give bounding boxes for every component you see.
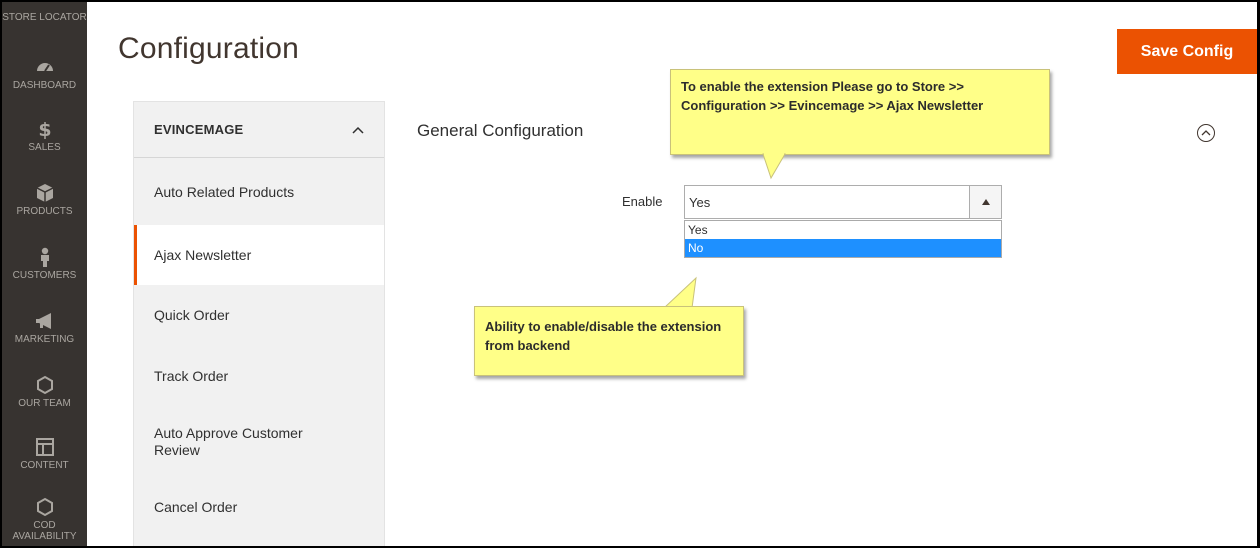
- nav-item-label: PRODUCTS: [16, 206, 73, 217]
- config-item-cancel-order[interactable]: Cancel Order: [134, 477, 384, 537]
- nav-item-label: DASHBOARD: [12, 80, 77, 91]
- select-toggle-button[interactable]: [969, 186, 1001, 218]
- nav-item-label: COD AVAILABILITY: [12, 520, 77, 542]
- collapse-section-button[interactable]: [1197, 124, 1215, 142]
- person-icon: [40, 247, 49, 267]
- nav-item-sales[interactable]: $ SALES: [2, 118, 87, 153]
- box-icon: [36, 184, 53, 202]
- enable-field-label: Enable: [622, 194, 663, 209]
- callout-top-text: To enable the extension Please go to Sto…: [681, 79, 984, 113]
- config-sidebar: EVINCEMAGE Auto Related Products Ajax Ne…: [133, 101, 385, 546]
- nav-item-cod-availability[interactable]: COD AVAILABILITY: [2, 496, 87, 542]
- megaphone-icon: [35, 313, 51, 329]
- section-title[interactable]: General Configuration: [417, 121, 583, 141]
- page-title: Configuration: [118, 32, 300, 65]
- nav-item-label: OUR TEAM: [18, 398, 71, 409]
- config-item-label: Ajax Newsletter: [154, 247, 252, 263]
- callout-bottom: Ability to enable/disable the extension …: [474, 306, 744, 376]
- callout-top-tail: [762, 153, 786, 180]
- option-no[interactable]: No: [685, 239, 1001, 257]
- select-value: Yes: [689, 195, 711, 210]
- config-item-track-order[interactable]: Track Order: [134, 345, 384, 407]
- chevron-up-icon: [352, 126, 364, 134]
- enable-select[interactable]: Yes: [684, 185, 1002, 219]
- config-item-label: Auto Approve Customer Review: [154, 425, 303, 458]
- nav-item-our-team[interactable]: OUR TEAM: [2, 374, 87, 409]
- admin-nav: STORE LOCATOR DASHBOARD $ SALES PRODUCTS: [2, 2, 87, 546]
- nav-item-dashboard[interactable]: DASHBOARD: [2, 56, 87, 91]
- svg-text:$: $: [38, 119, 51, 140]
- hexagon-icon: [36, 497, 53, 517]
- hexagon-icon: [36, 375, 53, 395]
- callout-bottom-text: Ability to enable/disable the extension …: [485, 319, 722, 353]
- page-frame: STORE LOCATOR DASHBOARD $ SALES PRODUCTS: [2, 2, 1257, 546]
- nav-item-marketing[interactable]: MARKETING: [2, 310, 87, 345]
- dashboard-icon: [36, 63, 53, 72]
- nav-item-label: MARKETING: [14, 334, 75, 345]
- config-group-label: EVINCEMAGE: [154, 122, 244, 137]
- save-config-button[interactable]: Save Config: [1117, 29, 1257, 74]
- callout-bottom-tail: [662, 276, 697, 309]
- config-group-header[interactable]: EVINCEMAGE: [134, 102, 384, 158]
- enable-dropdown-list: Yes No: [684, 220, 1002, 258]
- nav-item-customers[interactable]: CUSTOMERS: [2, 246, 87, 281]
- triangle-up-icon: [981, 199, 990, 205]
- config-item-label: Track Order: [154, 368, 229, 384]
- option-yes[interactable]: Yes: [685, 221, 1001, 239]
- nav-item-store-locator[interactable]: STORE LOCATOR: [2, 12, 87, 23]
- content-layout-icon: [35, 438, 54, 456]
- config-item-quick-order[interactable]: Quick Order: [134, 285, 384, 345]
- callout-top: To enable the extension Please go to Sto…: [670, 69, 1050, 155]
- config-item-label: Auto Related Products: [154, 184, 295, 200]
- config-item-auto-approve-customer-review[interactable]: Auto Approve Customer Review: [134, 407, 384, 477]
- nav-item-content[interactable]: CONTENT: [2, 436, 87, 471]
- nav-item-label: STORE LOCATOR: [2, 12, 87, 23]
- config-item-auto-related-products[interactable]: Auto Related Products: [134, 159, 384, 225]
- dollar-icon: $: [38, 119, 51, 140]
- config-item-ajax-newsletter[interactable]: Ajax Newsletter: [134, 225, 384, 285]
- config-item-label: Quick Order: [154, 307, 230, 323]
- nav-item-products[interactable]: PRODUCTS: [2, 182, 87, 217]
- nav-item-label: SALES: [28, 142, 61, 153]
- nav-item-label: CONTENT: [20, 460, 69, 471]
- config-item-label: Cancel Order: [154, 499, 238, 515]
- chevron-up-icon: [1201, 130, 1211, 136]
- nav-item-label: CUSTOMERS: [12, 270, 77, 281]
